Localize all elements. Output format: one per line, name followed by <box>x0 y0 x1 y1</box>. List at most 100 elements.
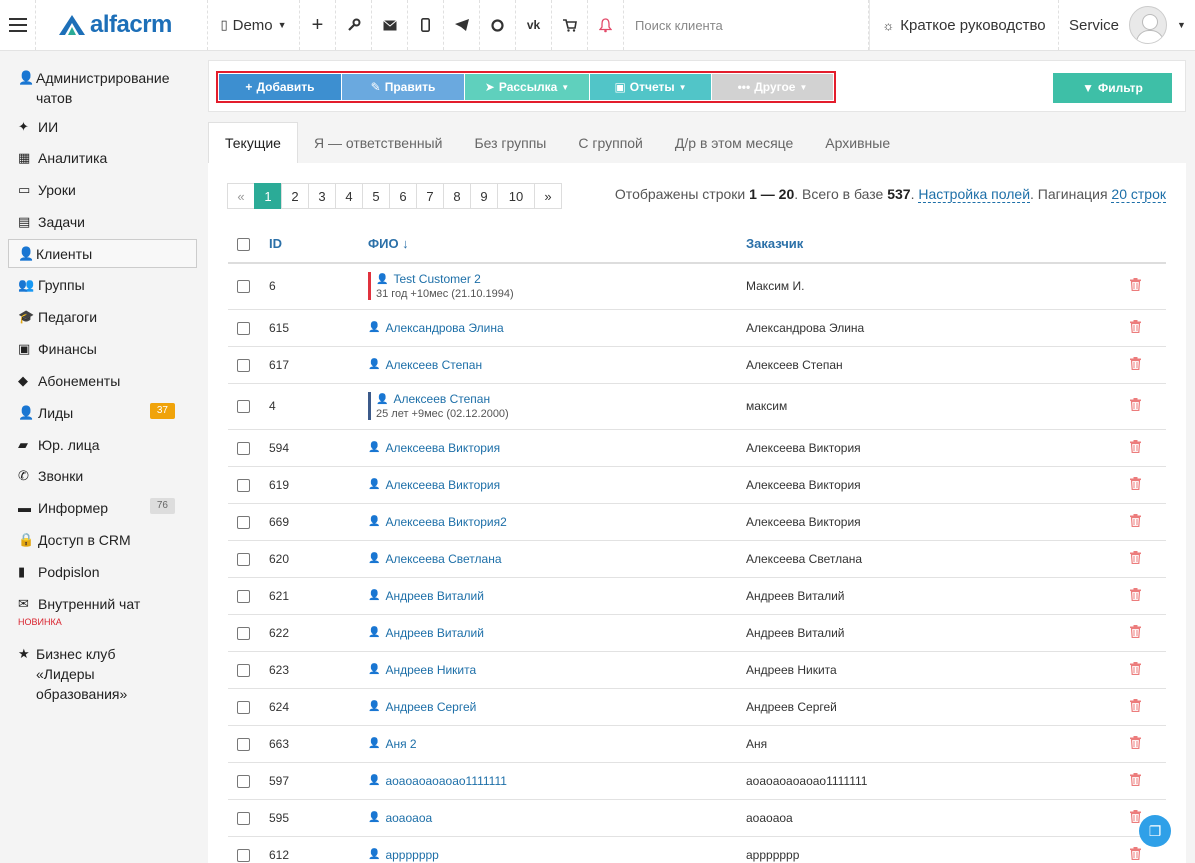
row-checkbox[interactable] <box>237 515 250 529</box>
client-name-link[interactable]: 👤 Андреев Виталий <box>368 589 746 603</box>
sidebar-item-tasks[interactable]: ▤ Задачи <box>0 212 190 232</box>
table-row[interactable]: 669 👤 Алексеева Виктория2 Алексеева Виктори… <box>228 503 1166 541</box>
client-name-link[interactable]: 👤 Алексеев Степан <box>376 392 509 406</box>
field-settings-link[interactable]: Настройка полей <box>918 186 1031 203</box>
table-row[interactable]: 624 👤 Андреев Сергей Андреев Сергей <box>228 688 1166 726</box>
sidebar-item-calls[interactable]: ✆ Звонки <box>0 466 190 486</box>
pagination-page[interactable]: 8 <box>443 183 471 209</box>
pagination-page[interactable]: 7 <box>416 183 444 209</box>
table-row[interactable]: 619 👤 Алексеева Виктория Алексеева Виктория <box>228 466 1166 504</box>
row-checkbox[interactable] <box>237 848 250 862</box>
table-row[interactable]: 617 👤 Алексеев Степан Алексеев Степан <box>228 346 1166 384</box>
demo-dropdown[interactable]: ▯ Demo ▼ <box>208 0 300 50</box>
pagination-page[interactable]: 6 <box>389 183 417 209</box>
client-name-link[interactable]: 👤 Андреев Сергей <box>368 700 746 714</box>
table-row[interactable]: 663 👤 Аня 2 Аня <box>228 725 1166 763</box>
pagination-page[interactable]: 1 <box>254 183 282 209</box>
table-row[interactable]: 6 👤 Test Customer 2 31 год +10мес (21.10.19… <box>228 263 1166 310</box>
pagination-page[interactable]: 10 <box>497 183 535 209</box>
pagination-page[interactable]: 9 <box>470 183 498 209</box>
table-row[interactable]: 621 👤 Андреев Виталий Андреев Виталий <box>228 577 1166 615</box>
trash-icon[interactable] <box>1130 661 1141 678</box>
tab-responsible[interactable]: Я — ответственный <box>298 122 458 163</box>
table-row[interactable]: 594 👤 Алексеева Виктория Алексеева Виктория <box>228 429 1166 467</box>
vk-icon[interactable]: vk <box>516 0 552 50</box>
client-name-link[interactable]: 👤 Александрова Элина <box>368 321 746 335</box>
sidebar-item-legal-entities[interactable]: ▰ Юр. лица <box>0 435 190 455</box>
table-row[interactable]: 622 👤 Андреев Виталий Андреев Виталий <box>228 614 1166 652</box>
trash-icon[interactable] <box>1130 356 1141 373</box>
sidebar-item-ai[interactable]: ✦ ИИ <box>0 117 190 137</box>
trash-icon[interactable] <box>1130 513 1141 530</box>
table-row[interactable]: 615 👤 Александрова Элина Александрова Элина <box>228 309 1166 347</box>
trash-icon[interactable] <box>1130 278 1141 294</box>
row-checkbox[interactable] <box>237 811 250 825</box>
client-name-link[interactable]: 👤 аоаоаоаоаоао1111111 <box>368 774 746 788</box>
row-checkbox[interactable] <box>237 700 250 714</box>
client-name-link[interactable]: 👤 Алексеева Виктория <box>368 478 746 492</box>
row-checkbox[interactable] <box>237 589 250 603</box>
sidebar-item-podpislon[interactable]: ▮ Podpislon <box>0 562 190 582</box>
trash-icon[interactable] <box>1130 624 1141 641</box>
user-menu[interactable]: Service ▼ <box>1059 0 1195 50</box>
table-row[interactable]: 595 👤 аоаоаоа аоаоаоа <box>228 799 1166 837</box>
mailing-dropdown-button[interactable]: ➤ Рассылка ▼ <box>465 74 589 100</box>
sidebar-item-crm-access[interactable]: 🔒 Доступ в CRM <box>0 530 190 550</box>
whatsapp-icon[interactable] <box>480 0 516 50</box>
client-name-link[interactable]: 👤 Алексеева Виктория <box>368 441 746 455</box>
row-checkbox[interactable] <box>237 663 250 677</box>
sidebar-item-business-club[interactable]: ★ Бизнес клуб «Лидеры образования» <box>0 644 190 704</box>
table-row[interactable]: 620 👤 Алексеева Светлана Алексеева Светлана <box>228 540 1166 578</box>
tab-birthdays[interactable]: Д/р в этом месяце <box>659 122 809 163</box>
row-checkbox[interactable] <box>237 400 250 414</box>
edit-button[interactable]: ✎ Править <box>342 74 464 100</box>
client-name-link[interactable]: 👤 Андреев Никита <box>368 663 746 677</box>
client-name-link[interactable]: 👤 Алексеев Степан <box>368 358 746 372</box>
client-name-link[interactable]: 👤 Андреев Виталий <box>368 626 746 640</box>
row-checkbox[interactable] <box>237 321 250 335</box>
pagination-page[interactable]: 5 <box>362 183 390 209</box>
trash-icon[interactable] <box>1130 398 1141 414</box>
trash-icon[interactable] <box>1130 846 1141 863</box>
trash-icon[interactable] <box>1130 439 1141 456</box>
client-name-link[interactable]: 👤 Аня 2 <box>368 737 746 751</box>
client-search-input[interactable]: Поиск клиента <box>624 0 869 50</box>
reports-dropdown-button[interactable]: ▣ Отчеты ▼ <box>590 74 711 100</box>
client-name-link[interactable]: 👤 Алексеева Виктория2 <box>368 515 746 529</box>
sidebar-item-teachers[interactable]: 🎓 Педагоги <box>0 307 190 327</box>
row-checkbox[interactable] <box>237 737 250 751</box>
sidebar-item-chat-admin[interactable]: 👤 Администрирование чатов <box>0 68 190 108</box>
sidebar-item-leads[interactable]: 👤 Лиды 37 <box>0 403 193 423</box>
column-customer[interactable]: Заказчик <box>746 225 1116 264</box>
trash-icon[interactable] <box>1130 550 1141 567</box>
sidebar-item-subscriptions[interactable]: ◆ Абонементы <box>0 371 190 391</box>
row-checkbox[interactable] <box>237 358 250 372</box>
trash-icon[interactable] <box>1130 476 1141 493</box>
filter-button[interactable]: ▼ Фильтр <box>1053 73 1172 103</box>
client-name-link[interactable]: 👤 аоаоаоа <box>368 811 746 825</box>
table-row[interactable]: 597 👤 аоаоаоаоаоао1111111 аоаоаоаоаоао11111… <box>228 762 1166 800</box>
tab-no-group[interactable]: Без группы <box>458 122 562 163</box>
row-checkbox[interactable] <box>237 478 250 492</box>
trash-icon[interactable] <box>1130 772 1141 789</box>
pagination-next[interactable]: » <box>534 183 562 209</box>
tab-archived[interactable]: Архивные <box>809 122 906 163</box>
pagination-page[interactable]: 2 <box>281 183 309 209</box>
trash-icon[interactable] <box>1130 809 1141 826</box>
tab-with-group[interactable]: С группой <box>562 122 659 163</box>
mobile-icon[interactable] <box>408 0 444 50</box>
select-all-checkbox[interactable] <box>237 238 250 252</box>
sidebar-item-finance[interactable]: ▣ Финансы <box>0 339 190 359</box>
add-button[interactable]: + Добавить <box>219 74 341 100</box>
trash-icon[interactable] <box>1130 319 1141 336</box>
column-name[interactable]: ФИО ↓ <box>368 225 746 264</box>
sidebar-item-groups[interactable]: 👥 Группы <box>0 275 190 295</box>
quick-guide-link[interactable]: ☼ Краткое руководство <box>869 0 1059 50</box>
support-chat-button[interactable]: ❐ <box>1139 815 1171 847</box>
envelope-icon[interactable] <box>372 0 408 50</box>
row-checkbox[interactable] <box>237 552 250 566</box>
table-row[interactable]: 623 👤 Андреев Никита Андреев Никита <box>228 651 1166 689</box>
cart-icon[interactable] <box>552 0 588 50</box>
sidebar-item-internal-chat[interactable]: ✉ Внутренний чат НОВИНКА <box>0 594 190 627</box>
menu-icon[interactable] <box>0 0 36 50</box>
